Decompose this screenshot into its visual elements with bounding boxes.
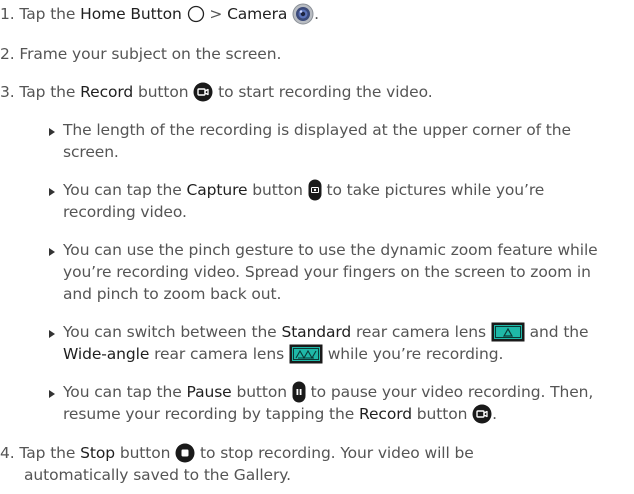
step-text: button xyxy=(137,83,189,101)
step-1: 1. Tap the Home Button > Camera . xyxy=(0,3,319,26)
record-video-icon xyxy=(472,404,492,423)
wide-angle-lens-icon xyxy=(289,344,323,363)
bullet-marker xyxy=(49,248,55,256)
separator: > xyxy=(209,5,223,23)
step-text: Tap the xyxy=(19,5,76,23)
stop-label: Stop xyxy=(80,444,115,462)
bullet-text: resume your recording by tapping the xyxy=(63,405,355,423)
pause-icon xyxy=(292,381,306,402)
step-2: 2. Frame your subject on the screen. xyxy=(0,43,281,65)
bullet-marker xyxy=(49,188,55,196)
bullet-1-line-1: The length of the recording is displayed… xyxy=(63,121,571,139)
bullet-text: button xyxy=(416,405,468,423)
bullet-4-line-2: Wide-angle rear camera lens while you’re… xyxy=(63,343,503,365)
bullet-3-line-3: and pinch to zoom back out. xyxy=(63,285,282,303)
bullet-text: to pause your video recording. Then, xyxy=(310,383,594,401)
step-number: 2. xyxy=(0,45,15,63)
record-label: Record xyxy=(80,83,134,101)
bullet-2-line-2: recording video. xyxy=(63,203,187,221)
bullet-5-line-2: resume your recording by tapping the Rec… xyxy=(63,403,497,425)
camera-app-icon xyxy=(292,3,314,24)
bullet-3-line-1: You can use the pinch gesture to use the… xyxy=(63,241,598,259)
record-label: Record xyxy=(358,405,412,423)
standard-label: Standard xyxy=(281,323,352,341)
step-text: to stop recording. Your video will be xyxy=(200,444,474,462)
bullet-text: rear camera lens xyxy=(154,345,285,363)
stop-icon xyxy=(175,443,195,462)
bullet-marker xyxy=(49,330,55,338)
home-circle-icon xyxy=(187,5,204,22)
wide-angle-label: Wide-angle xyxy=(63,345,150,363)
step-3: 3. Tap the Record button to start record… xyxy=(0,81,433,103)
bullet-1-line-2: screen. xyxy=(63,143,119,161)
camera-label: Camera xyxy=(227,5,288,23)
capture-label: Capture xyxy=(186,181,248,199)
bullet-4-line-1: You can switch between the Standard rear… xyxy=(63,321,589,343)
instructions-document: 1. Tap the Home Button > Camera . 2. Fra… xyxy=(0,0,634,494)
period: . xyxy=(314,5,319,23)
bullet-2-line-1: You can tap the Capture button to take p… xyxy=(63,179,544,202)
step-text: Frame your subject on the screen. xyxy=(19,45,282,63)
step-4: 4. Tap the Stop button to stop recording… xyxy=(0,442,474,464)
bullet-text: You can tap the xyxy=(63,383,182,401)
pause-label: Pause xyxy=(186,383,232,401)
bullet-marker xyxy=(49,390,55,398)
bullet-3-line-2: you’re recording video. Spread your fing… xyxy=(63,263,591,281)
bullet-text: You can switch between the xyxy=(63,323,277,341)
bullet-text: and the xyxy=(529,323,589,341)
period: . xyxy=(492,405,497,423)
bullet-text: button xyxy=(236,383,287,401)
capture-camera-icon xyxy=(308,179,322,200)
step-text: button xyxy=(119,444,171,462)
bullet-5-line-1: You can tap the Pause button to pause yo… xyxy=(63,381,593,404)
bullet-text: button xyxy=(252,181,303,199)
step-4-line-2: automatically saved to the Gallery. xyxy=(24,466,291,484)
bullet-text: to take pictures while you’re xyxy=(326,181,545,199)
bullet-text: You can tap the xyxy=(63,181,182,199)
bullet-text: rear camera lens xyxy=(356,323,486,341)
record-video-icon xyxy=(193,82,213,101)
bullet-text: while you’re recording. xyxy=(327,345,504,363)
step-text: Tap the xyxy=(19,83,76,101)
step-text: to start recording the video. xyxy=(218,83,433,101)
step-text: Tap the xyxy=(19,444,76,462)
step-number: 3. xyxy=(0,83,15,101)
bullet-marker xyxy=(49,128,55,136)
step-number: 1. xyxy=(0,5,15,23)
standard-lens-icon xyxy=(491,322,525,341)
step-number: 4. xyxy=(0,444,15,462)
home-button-label: Home Button xyxy=(80,5,182,23)
